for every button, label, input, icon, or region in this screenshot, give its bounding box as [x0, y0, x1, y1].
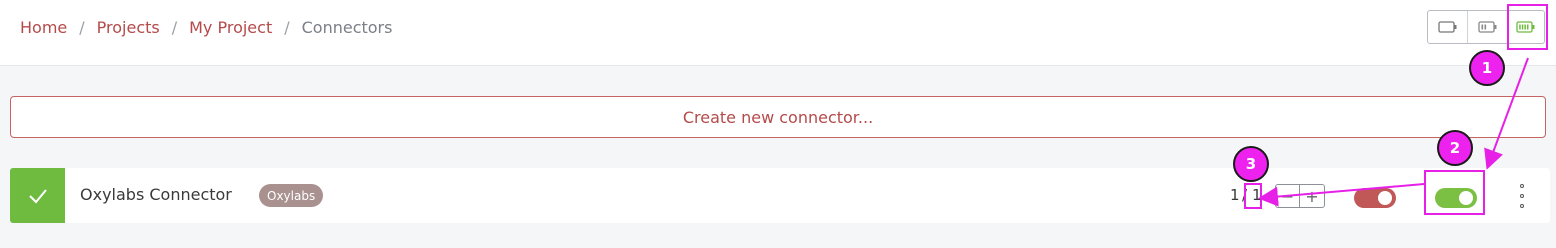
annotation-badge-2: 2	[1437, 130, 1473, 166]
annotation-box-counter	[1244, 183, 1262, 209]
annotation-box-view-switch	[1507, 4, 1548, 50]
annotation-box-green-toggle	[1424, 170, 1485, 215]
annotation-badge-1: 1	[1469, 50, 1505, 86]
annotation-arrows	[1258, 57, 1529, 207]
annotation-badge-3: 3	[1233, 146, 1269, 182]
